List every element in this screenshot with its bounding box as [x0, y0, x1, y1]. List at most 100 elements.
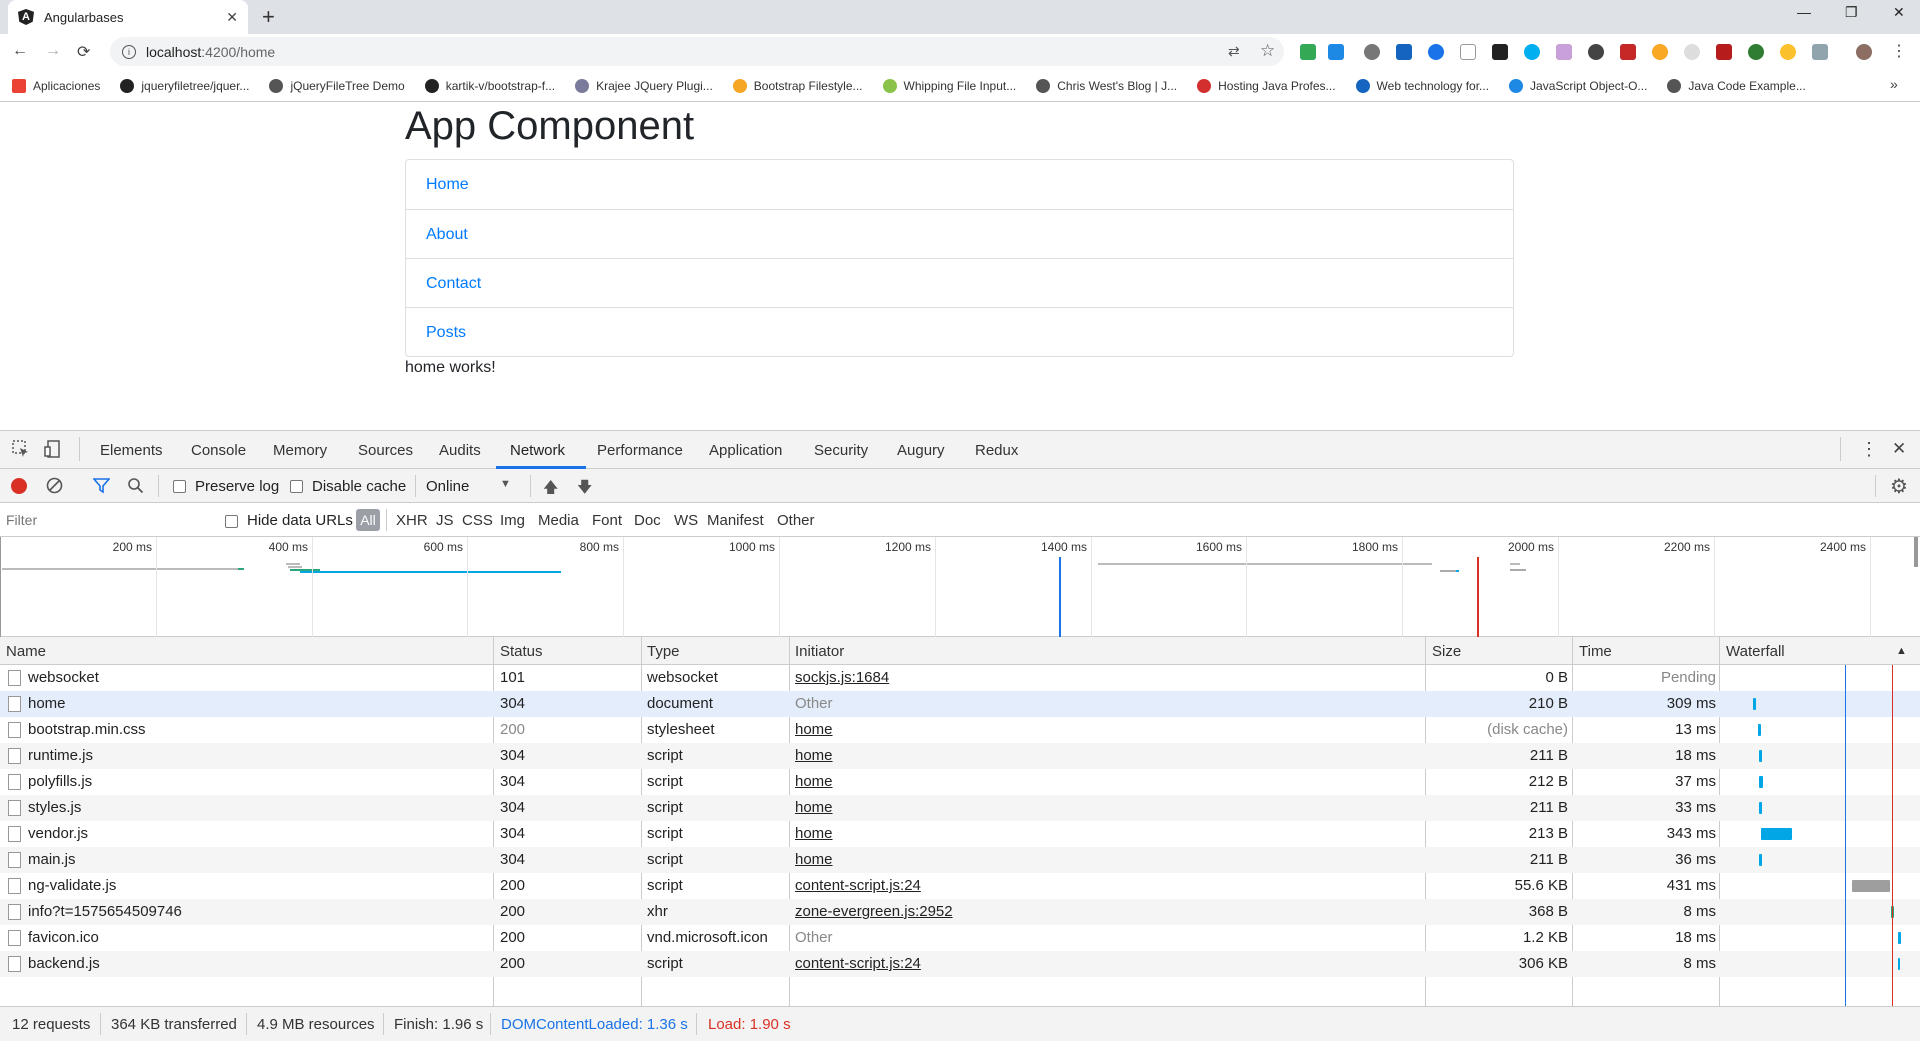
extension-icon[interactable] — [1556, 44, 1572, 60]
filter-type-font[interactable]: Font — [592, 512, 622, 529]
filter-type-xhr[interactable]: XHR — [396, 512, 428, 529]
tab-audits[interactable]: Audits — [439, 442, 481, 459]
extension-icon[interactable] — [1748, 44, 1764, 60]
browser-menu-icon[interactable]: ⋮ — [1891, 41, 1907, 61]
extension-icon[interactable] — [1588, 44, 1604, 60]
table-row[interactable]: bootstrap.min.css 200 stylesheet home (disk … — [0, 717, 1920, 743]
table-row[interactable]: main.js 304 script home 211 B 36 ms — [0, 847, 1920, 873]
extension-icon[interactable] — [1492, 44, 1508, 60]
request-initiator[interactable]: home — [795, 825, 833, 842]
extension-icon[interactable] — [1460, 44, 1476, 60]
devtools-menu-icon[interactable]: ⋮ — [1860, 439, 1878, 460]
nav-item-posts[interactable]: Posts — [406, 307, 1513, 356]
column-status[interactable]: Status — [500, 643, 543, 660]
nav-item-home[interactable]: Home — [406, 160, 1513, 209]
bookmark-item[interactable]: jQueryFileTree Demo — [269, 78, 405, 93]
reload-button[interactable]: ⟳ — [77, 42, 90, 62]
extension-icon[interactable] — [1684, 44, 1700, 60]
extension-icon[interactable] — [1328, 44, 1344, 60]
column-time[interactable]: Time — [1579, 643, 1612, 660]
column-size[interactable]: Size — [1432, 643, 1461, 660]
extension-icon[interactable] — [1620, 44, 1636, 60]
record-icon[interactable] — [11, 478, 27, 494]
extension-icon[interactable] — [1652, 44, 1668, 60]
request-initiator[interactable]: home — [795, 851, 833, 868]
filter-icon[interactable] — [93, 477, 110, 494]
export-har-icon[interactable]: 🡇 — [577, 477, 592, 502]
bookmark-item[interactable]: Whipping File Input... — [882, 78, 1016, 93]
filter-type-img[interactable]: Img — [500, 512, 525, 529]
close-devtools-icon[interactable]: ✕ — [1892, 439, 1906, 459]
maximize-button[interactable]: ❐ — [1845, 4, 1858, 21]
tab-sources[interactable]: Sources — [358, 442, 413, 459]
avatar[interactable] — [1856, 44, 1872, 60]
bookmark-star-icon[interactable]: ☆ — [1260, 41, 1275, 61]
disable-cache-checkbox[interactable] — [290, 477, 303, 494]
device-toolbar-icon[interactable] — [44, 440, 62, 458]
extension-icon[interactable] — [1428, 44, 1444, 60]
filter-type-media[interactable]: Media — [538, 512, 579, 529]
table-row[interactable]: home 304 document Other 210 B 309 ms — [0, 691, 1920, 717]
settings-gear-icon[interactable]: ⚙ — [1890, 474, 1908, 499]
table-row[interactable]: websocket 101 websocket sockjs.js:1684 0 B Pe… — [0, 665, 1920, 691]
extension-icon[interactable] — [1364, 44, 1380, 60]
filter-type-all[interactable]: All — [356, 509, 380, 531]
tab-security[interactable]: Security — [814, 442, 868, 459]
extension-icon[interactable] — [1396, 44, 1412, 60]
tab-console[interactable]: Console — [191, 442, 246, 459]
filter-type-css[interactable]: CSS — [462, 512, 493, 529]
tab-application[interactable]: Application — [709, 442, 782, 459]
preserve-log-checkbox[interactable] — [173, 477, 186, 494]
request-initiator[interactable]: zone-evergreen.js:2952 — [795, 903, 953, 920]
request-initiator[interactable]: sockjs.js:1684 — [795, 669, 889, 686]
forward-button[interactable]: → — [45, 42, 61, 60]
bookmark-item[interactable]: JavaScript Object-O... — [1509, 78, 1647, 93]
table-row[interactable]: info?t=1575654509746 200 xhr zone-evergreen… — [0, 899, 1920, 925]
hide-data-urls-checkbox[interactable] — [225, 512, 238, 529]
filter-type-ws[interactable]: WS — [674, 512, 698, 529]
extension-icon[interactable] — [1716, 44, 1732, 60]
filter-type-doc[interactable]: Doc — [634, 512, 661, 529]
browser-tab[interactable]: A Angularbases ✕ — [8, 0, 248, 34]
filter-type-manifest[interactable]: Manifest — [707, 512, 764, 529]
translate-icon[interactable]: ⇄ — [1228, 43, 1240, 60]
table-row[interactable]: vendor.js 304 script home 213 B 343 ms — [0, 821, 1920, 847]
column-waterfall[interactable]: Waterfall — [1726, 643, 1785, 660]
back-button[interactable]: ← — [12, 42, 28, 60]
search-icon[interactable] — [127, 477, 144, 494]
table-row[interactable]: runtime.js 304 script home 211 B 18 ms — [0, 743, 1920, 769]
extension-icon[interactable] — [1812, 44, 1828, 60]
column-name[interactable]: Name — [6, 643, 46, 660]
request-initiator[interactable]: content-script.js:24 — [795, 955, 921, 972]
tab-close-icon[interactable]: ✕ — [226, 9, 238, 26]
extension-icon[interactable] — [1780, 44, 1796, 60]
tab-network[interactable]: Network — [510, 442, 565, 459]
sort-ascending-icon[interactable]: ▲ — [1896, 645, 1907, 657]
nav-item-about[interactable]: About — [406, 209, 1513, 258]
tab-redux[interactable]: Redux — [975, 442, 1018, 459]
inspect-element-icon[interactable] — [12, 440, 30, 458]
new-tab-button[interactable]: + — [262, 4, 275, 30]
bookmark-item[interactable]: Hosting Java Profes... — [1197, 78, 1336, 93]
bookmark-item[interactable]: Bootstrap Filestyle... — [732, 78, 863, 93]
table-row[interactable]: backend.js 200 script content-script.js:24 3… — [0, 951, 1920, 977]
nav-item-contact[interactable]: Contact — [406, 258, 1513, 307]
table-row[interactable]: styles.js 304 script home 211 B 33 ms — [0, 795, 1920, 821]
overview-resize-handle[interactable] — [1914, 537, 1918, 567]
clear-icon[interactable] — [46, 477, 63, 494]
extension-icon[interactable] — [1300, 44, 1316, 60]
bookmark-item[interactable]: Krajee JQuery Plugi... — [575, 78, 713, 93]
bookmark-item[interactable]: Chris West's Blog | J... — [1036, 78, 1177, 93]
column-type[interactable]: Type — [647, 643, 680, 660]
bookmark-item[interactable]: kartik-v/bootstrap-f... — [424, 78, 555, 93]
bookmark-item[interactable]: Java Code Example... — [1667, 78, 1806, 93]
filter-type-other[interactable]: Other — [777, 512, 815, 529]
tab-memory[interactable]: Memory — [273, 442, 327, 459]
extension-icon[interactable] — [1524, 44, 1540, 60]
bookmark-item[interactable]: jqueryfiletree/jquer... — [120, 78, 249, 93]
request-initiator[interactable]: home — [795, 721, 833, 738]
minimize-button[interactable]: — — [1797, 4, 1811, 20]
bookmark-item[interactable]: Aplicaciones — [12, 78, 100, 93]
close-window-button[interactable]: ✕ — [1893, 4, 1905, 21]
tab-augury[interactable]: Augury — [897, 442, 945, 459]
